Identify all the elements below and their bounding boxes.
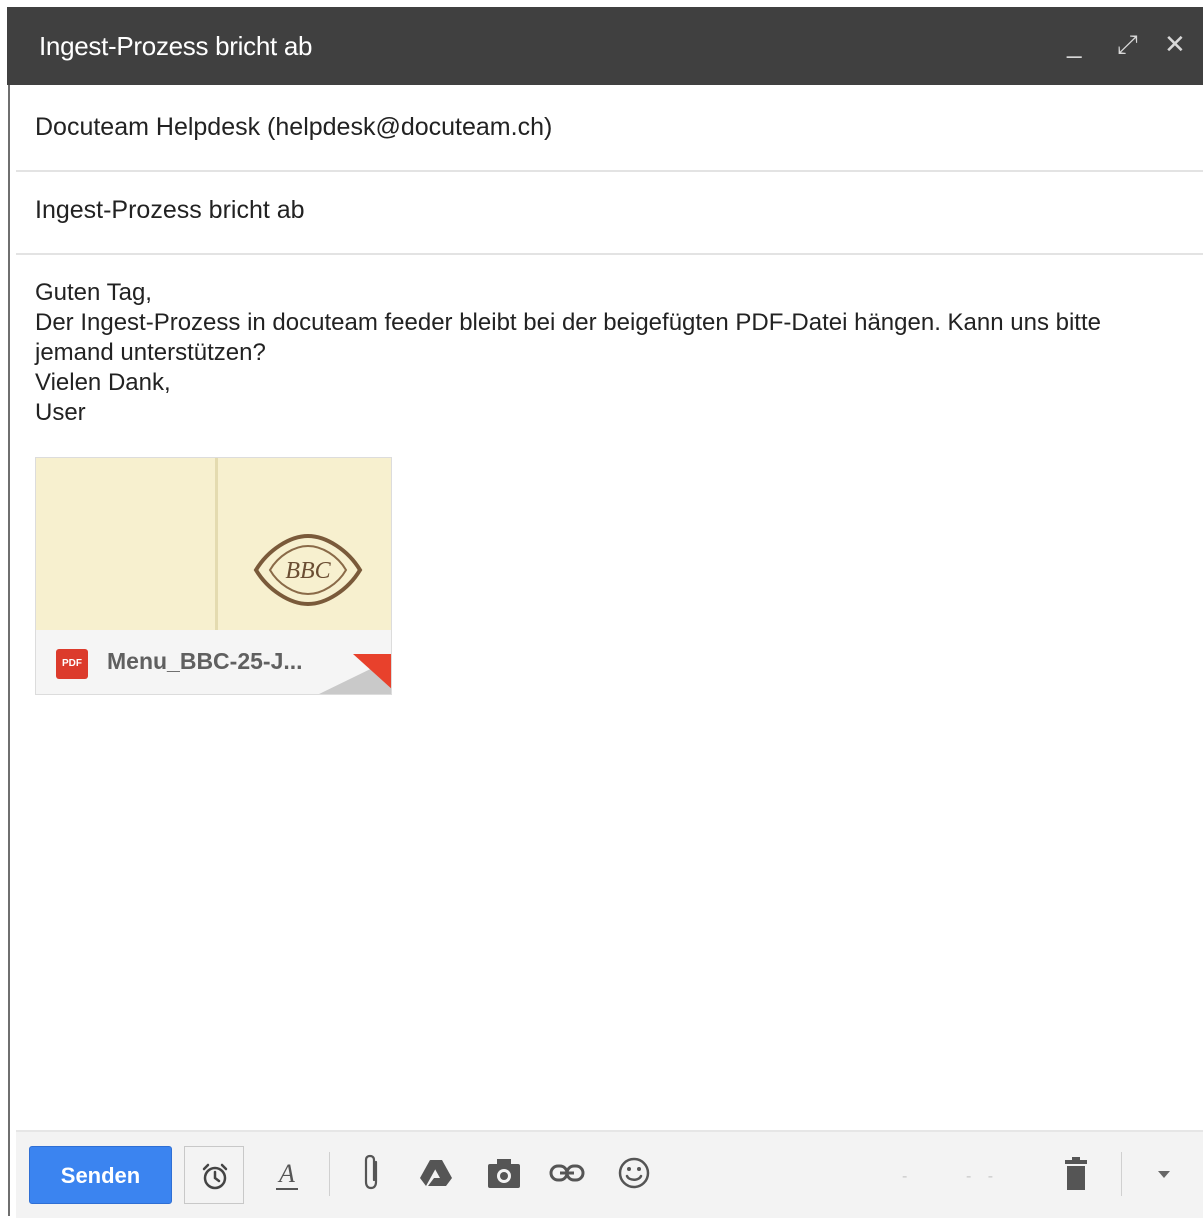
maximize-icon[interactable]: ⤢ bbox=[1117, 29, 1138, 59]
emblem-text: BBC bbox=[285, 558, 331, 584]
recipient-field[interactable]: Docuteam Helpdesk (helpdesk@docuteam.ch) bbox=[16, 85, 1203, 172]
schedule-button[interactable] bbox=[184, 1146, 244, 1204]
subject-value: Ingest-Prozess bricht ab bbox=[35, 196, 305, 224]
svg-text:A: A bbox=[277, 1159, 295, 1188]
text-format-icon[interactable]: A bbox=[272, 1158, 302, 1192]
corner-flag bbox=[353, 654, 391, 690]
body-line: Der Ingest-Prozess in docuteam feeder bl… bbox=[35, 309, 1101, 336]
close-icon[interactable]: ✕ bbox=[1164, 29, 1186, 59]
compose-title: Ingest-Prozess bricht ab bbox=[39, 31, 313, 61]
message-body[interactable]: Guten Tag, Der Ingest-Prozess in docutea… bbox=[35, 278, 1185, 428]
link-icon[interactable] bbox=[548, 1160, 586, 1186]
attach-icon[interactable] bbox=[360, 1154, 384, 1192]
body-line: Guten Tag, bbox=[35, 279, 152, 306]
attachment-thumbnail: BBC bbox=[36, 458, 391, 630]
subject-field[interactable]: Ingest-Prozess bricht ab bbox=[16, 172, 1203, 255]
recipient-value: Docuteam Helpdesk (helpdesk@docuteam.ch) bbox=[35, 113, 553, 141]
toolbar-separator bbox=[1121, 1152, 1122, 1196]
pdf-icon: PDF bbox=[56, 649, 88, 679]
emoji-icon[interactable] bbox=[617, 1156, 651, 1190]
compose-toolbar: Senden A - - - bbox=[16, 1132, 1203, 1218]
placeholder-dots: - - bbox=[966, 1168, 1000, 1185]
page-fold bbox=[215, 458, 218, 630]
trash-icon[interactable] bbox=[1062, 1156, 1090, 1192]
drive-icon[interactable] bbox=[418, 1158, 454, 1188]
minimize-icon[interactable]: _ bbox=[1067, 29, 1081, 59]
placeholder-dots: - bbox=[902, 1168, 914, 1185]
attachment-filename: Menu_BBC-25-J... bbox=[107, 648, 303, 674]
body-line: jemand unterstützen? bbox=[35, 339, 266, 366]
compose-titlebar[interactable]: Ingest-Prozess bricht ab _ ⤢ ✕ bbox=[7, 7, 1203, 85]
chevron-down-icon[interactable] bbox=[1156, 1168, 1172, 1180]
bbc-emblem-icon: BBC bbox=[253, 533, 363, 607]
alarm-clock-icon bbox=[202, 1163, 228, 1190]
camera-icon[interactable] bbox=[486, 1156, 522, 1190]
attachment-label-bar: PDF Menu_BBC-25-J... bbox=[36, 630, 391, 694]
body-line: User bbox=[35, 399, 86, 426]
body-line: Vielen Dank, bbox=[35, 369, 171, 396]
send-button[interactable]: Senden bbox=[29, 1146, 172, 1204]
toolbar-separator bbox=[329, 1152, 330, 1196]
attachment-card[interactable]: BBC PDF Menu_BBC-25-J... bbox=[35, 457, 392, 695]
